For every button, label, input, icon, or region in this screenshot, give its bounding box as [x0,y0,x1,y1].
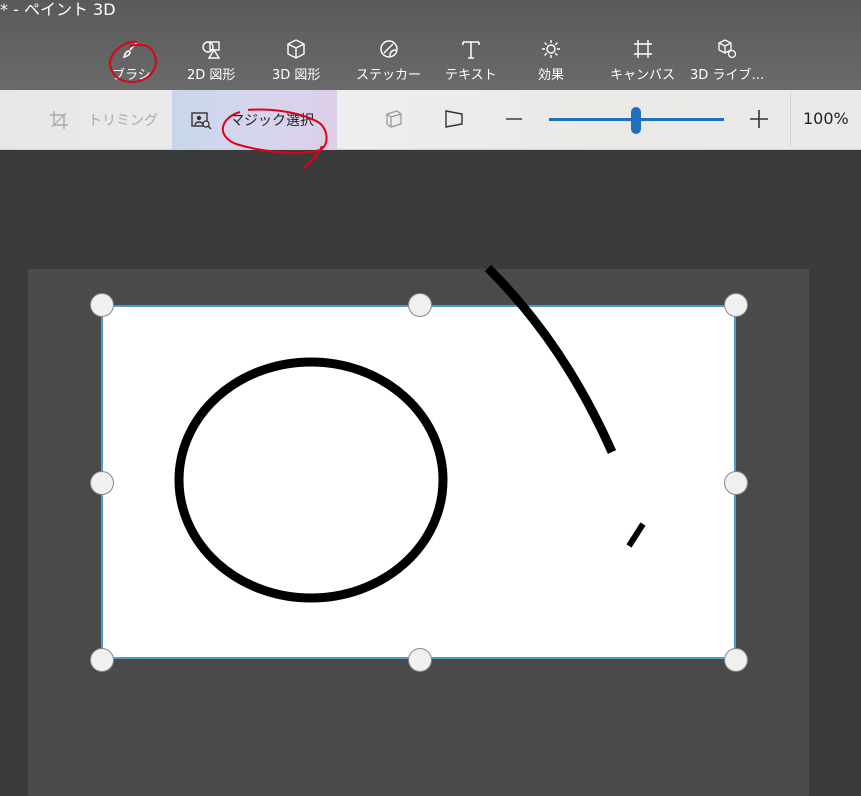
plus-icon [750,110,768,128]
perspective-button[interactable] [439,104,469,134]
tool-label: 2D 図形 [187,68,236,83]
3d-library-icon [718,39,737,59]
top-toolbar: * - ペイント 3D ブラシ 2D 図形 3D 図形 ステッカー テキスト 効… [0,0,861,90]
window-title: * - ペイント 3D [0,0,116,19]
resize-handle-top-right[interactable] [724,293,748,317]
tool-3d-shapes[interactable]: 3D 図形 [272,38,320,86]
resize-handle-top-left[interactable] [90,293,114,317]
trim-button[interactable]: トリミング [40,90,158,149]
resize-handle-bottom-right[interactable] [724,648,748,672]
zoom-percent[interactable]: 100% [803,109,849,128]
tool-effects[interactable]: 効果 [538,38,564,86]
canvas-icon [633,40,652,58]
resize-handle-bottom-left[interactable] [90,648,114,672]
sticker-icon [379,40,398,58]
3d-view-button[interactable] [379,104,409,134]
tool-label: 効果 [538,68,565,83]
magic-select-button[interactable]: マジック選択 [172,90,337,149]
tool-label: 3D ライブ… [690,68,765,83]
sub-toolbar: トリミング マジック選択 [0,90,861,150]
trim-label: トリミング [88,112,158,129]
resize-handle-right[interactable] [724,471,748,495]
perspective-icon [445,110,463,128]
2d-shapes-icon [202,41,221,59]
3d-view-icon [386,110,402,128]
tool-stickers[interactable]: ステッカー [356,38,421,86]
tool-label: 3D 図形 [272,68,321,83]
tool-canvas[interactable]: キャンバス [610,38,675,86]
canvas[interactable] [101,305,736,659]
text-icon [462,41,480,59]
divider [790,92,791,147]
zoom-slider-thumb[interactable] [631,107,641,134]
magic-select-icon [191,111,212,129]
zoom-out-button[interactable] [499,104,529,134]
tool-text[interactable]: テキスト [445,38,497,86]
resize-handle-bottom[interactable] [408,648,432,672]
tool-label: キャンバス [610,68,676,83]
3d-shapes-icon [287,39,305,59]
tool-brush[interactable]: ブラシ [112,38,151,86]
tool-label: ステッカー [356,68,422,83]
magic-select-label: マジック選択 [230,112,314,129]
crop-icon [50,110,68,129]
effects-icon [542,40,560,58]
minus-icon [506,118,522,120]
resize-handle-left[interactable] [90,471,114,495]
tool-label: テキスト [445,68,497,83]
resize-handle-top[interactable] [408,293,432,317]
tool-2d-shapes[interactable]: 2D 図形 [187,38,235,86]
tool-label: ブラシ [112,68,151,83]
tool-3d-library[interactable]: 3D ライブ… [690,38,764,86]
brush-icon [123,40,139,59]
zoom-in-button[interactable] [744,104,774,134]
